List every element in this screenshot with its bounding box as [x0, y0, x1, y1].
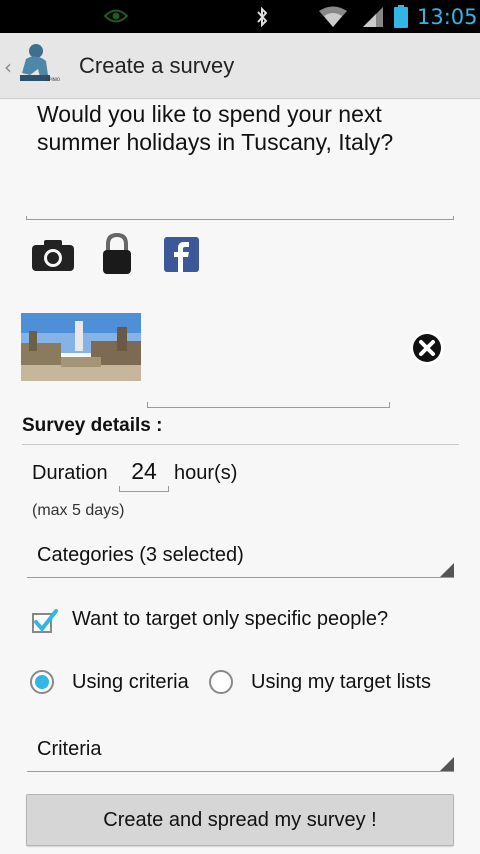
photo-caption-underline	[147, 402, 390, 408]
section-divider	[22, 444, 459, 445]
target-checkbox[interactable]	[31, 608, 59, 634]
eye-icon	[104, 9, 128, 23]
question-input-underline	[26, 216, 454, 220]
duration-hint: (max 5 days)	[32, 502, 125, 519]
criteria-label: Criteria	[37, 738, 102, 760]
close-icon[interactable]	[409, 330, 445, 366]
action-bar: ‹ OPINIO Create a survey	[0, 33, 480, 99]
dropdown-arrow-icon	[440, 563, 454, 577]
duration-input[interactable]: 24	[119, 454, 169, 492]
radio-using-target-lists-label[interactable]: Using my target lists	[251, 671, 431, 694]
categories-label: Categories (3 selected)	[37, 544, 244, 566]
radio-using-criteria-label[interactable]: Using criteria	[72, 671, 189, 694]
survey-form: Would you like to spend your next summer…	[0, 100, 480, 854]
section-title: Survey details :	[22, 415, 163, 436]
duration-unit: hour(s)	[174, 462, 238, 484]
question-input[interactable]: Would you like to spend your next summer…	[37, 100, 457, 156]
dropdown-arrow-icon	[440, 757, 454, 771]
battery-icon	[394, 5, 408, 28]
duration-label: Duration	[32, 462, 108, 484]
facebook-icon[interactable]	[164, 237, 199, 272]
back-chevron-icon[interactable]: ‹	[4, 55, 12, 79]
target-checkbox-label[interactable]: Want to target only specific people?	[72, 608, 388, 631]
status-bar: 13:05	[0, 0, 480, 33]
camera-icon[interactable]	[31, 238, 75, 272]
radio-using-criteria[interactable]	[30, 670, 54, 694]
attached-photo[interactable]	[21, 313, 141, 381]
criteria-spinner[interactable]: Criteria	[27, 730, 454, 772]
create-survey-button[interactable]: Create and spread my survey !	[26, 794, 454, 846]
radio-using-target-lists[interactable]	[209, 670, 233, 694]
bluetooth-icon	[257, 6, 268, 28]
clock: 13:05	[417, 5, 478, 29]
svg-text:OPINIO: OPINIO	[46, 77, 60, 82]
wifi-icon	[319, 6, 347, 27]
signal-icon	[363, 7, 383, 27]
categories-spinner[interactable]: Categories (3 selected)	[27, 536, 454, 578]
app-logo-icon[interactable]: OPINIO	[16, 41, 60, 89]
lock-icon[interactable]	[100, 233, 134, 275]
page-title: Create a survey	[79, 53, 235, 78]
